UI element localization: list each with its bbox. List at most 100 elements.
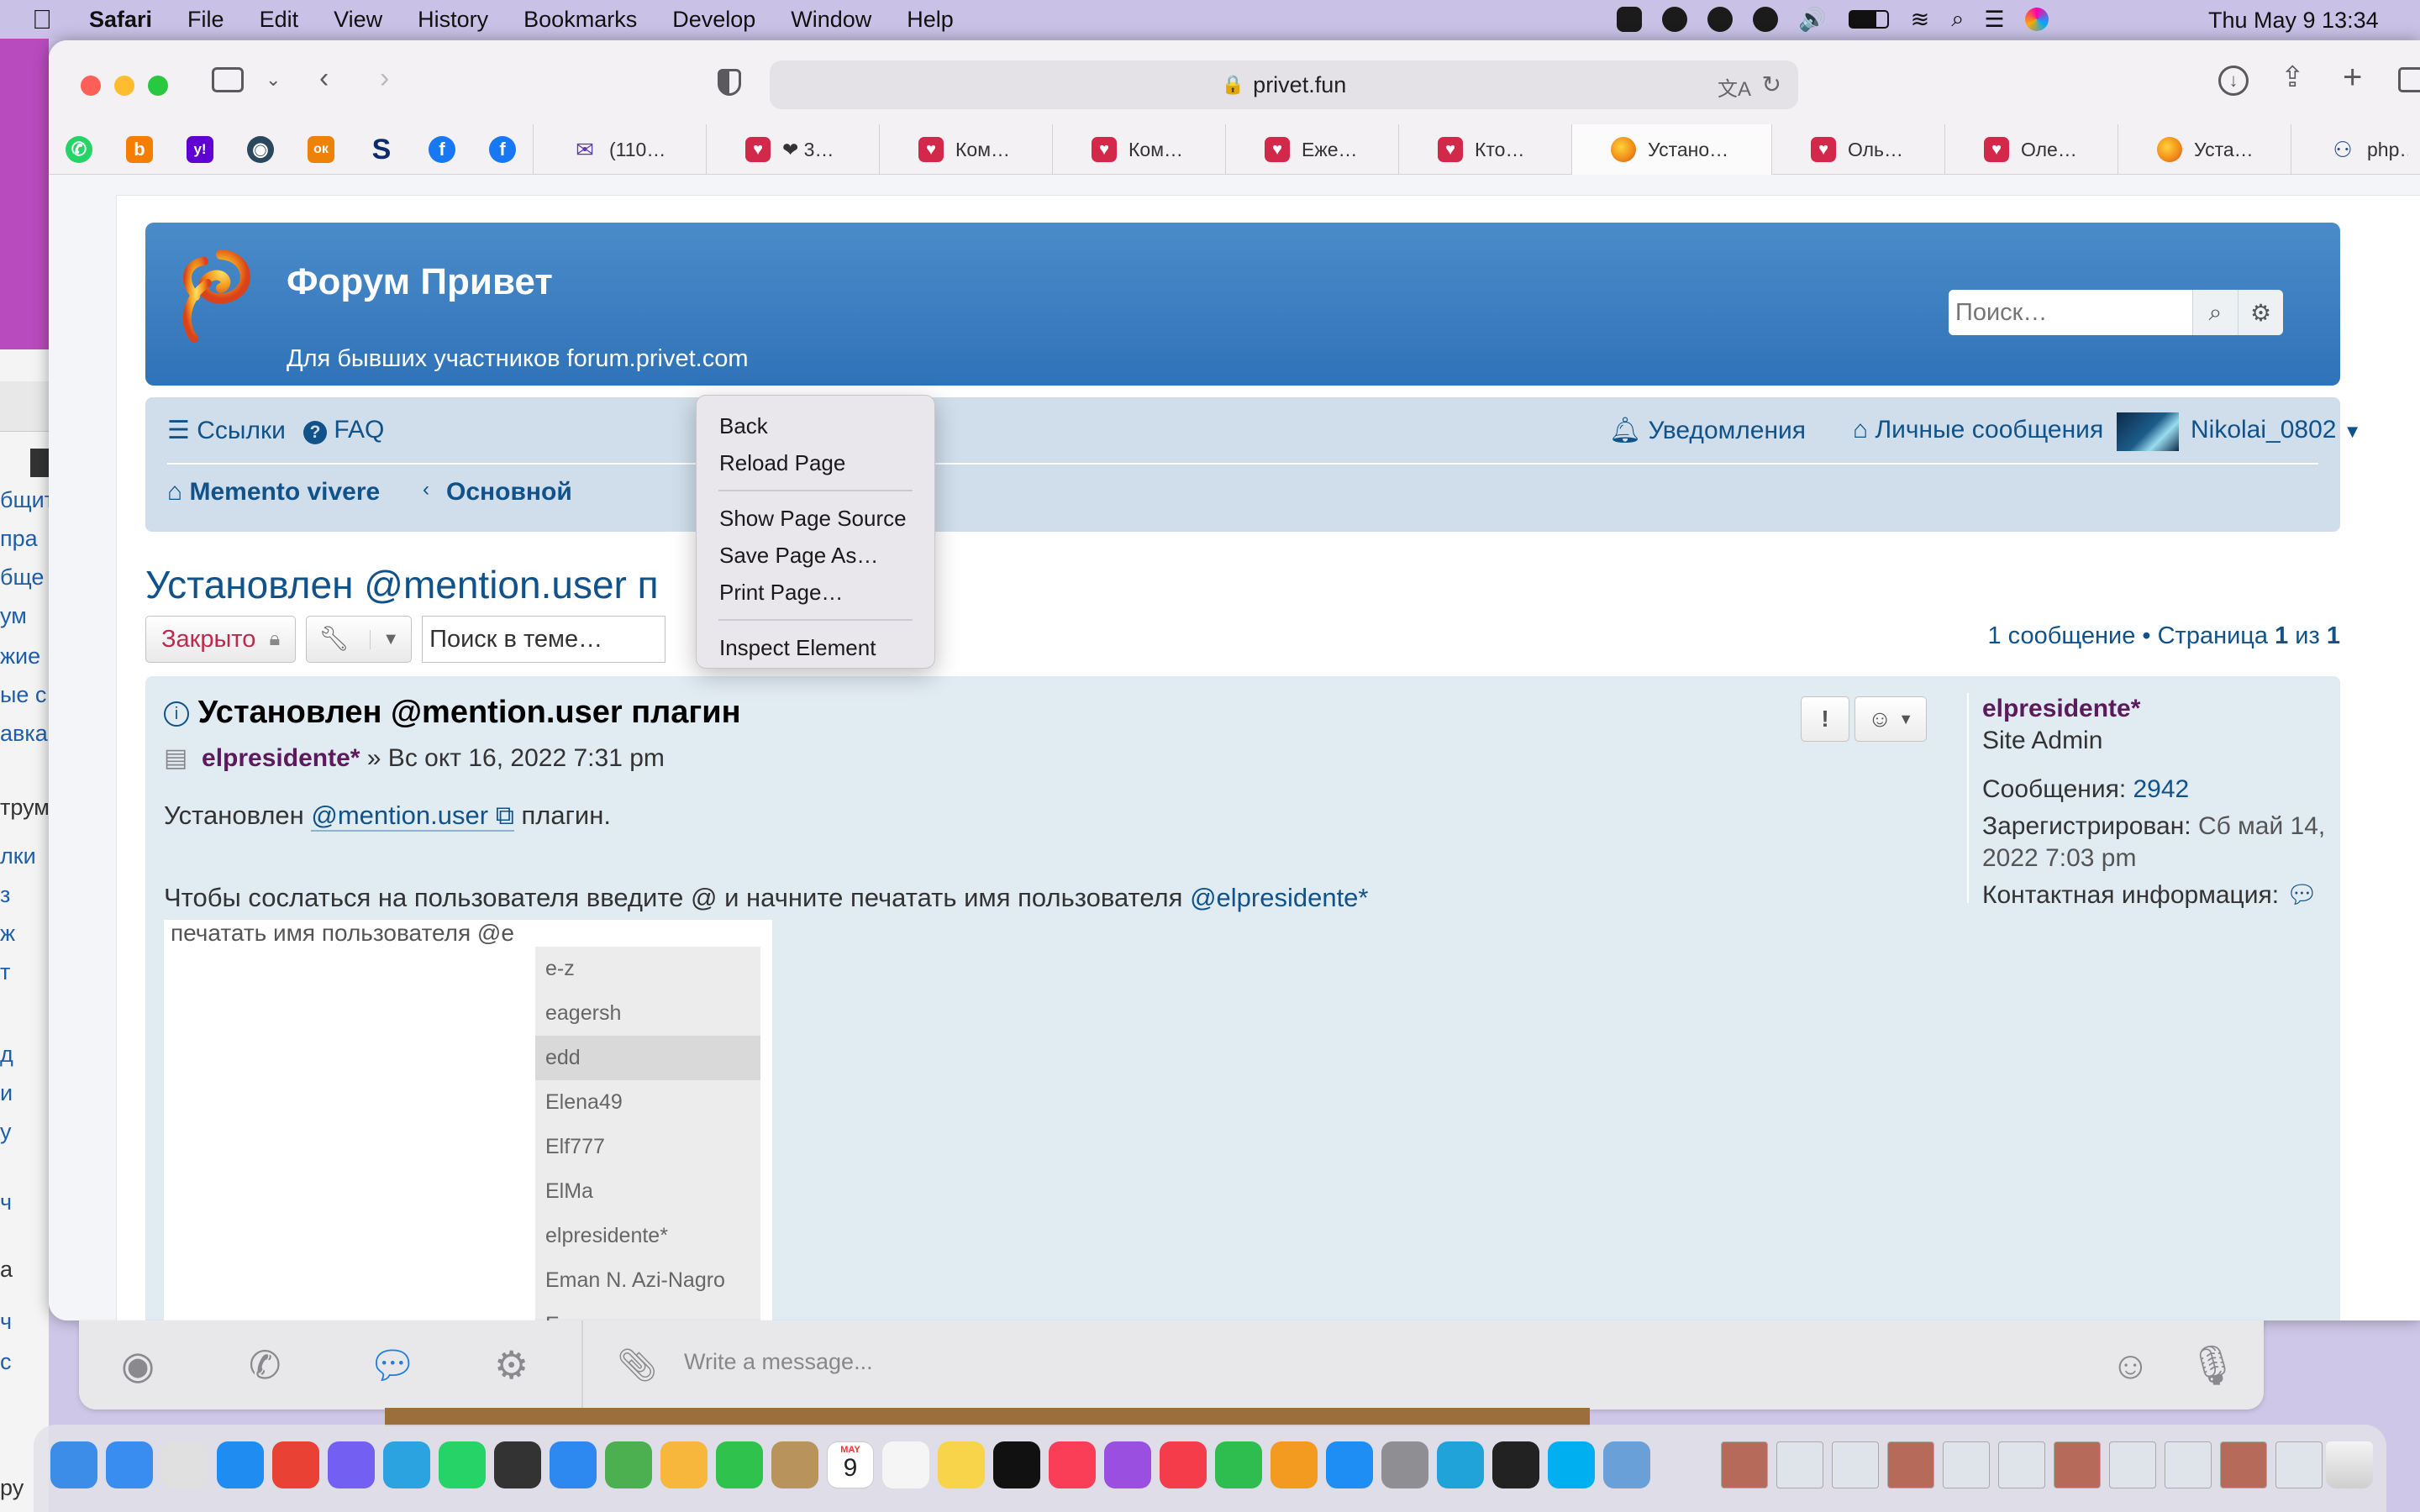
- dock-minimized-window[interactable]: [1998, 1441, 2045, 1488]
- dock-news-icon[interactable]: [1160, 1441, 1207, 1488]
- context-show-source[interactable]: Show Page Source: [697, 500, 934, 537]
- chats-icon[interactable]: 💬︎: [368, 1342, 417, 1389]
- dock-minimized-window[interactable]: [2109, 1441, 2156, 1488]
- advanced-search-button[interactable]: ⚙: [2238, 290, 2283, 335]
- avatar[interactable]: [2117, 412, 2179, 451]
- paperclip-icon[interactable]: 📎︎: [617, 1347, 657, 1384]
- menu-develop[interactable]: Develop: [672, 7, 755, 33]
- favorite-whatsapp[interactable]: ✆: [49, 124, 109, 175]
- dock-music-icon[interactable]: [1049, 1441, 1096, 1488]
- report-button[interactable]: !: [1801, 696, 1849, 742]
- search-icon[interactable]: ⌕: [1951, 6, 1964, 33]
- post-file-icon[interactable]: ▤: [164, 744, 187, 772]
- dock-appstore-icon[interactable]: [1326, 1441, 1373, 1488]
- downloads-icon[interactable]: ↓: [2218, 66, 2249, 96]
- post-title-text[interactable]: Установлен @mention.user плагин: [198, 695, 741, 730]
- menu-history[interactable]: History: [418, 7, 488, 33]
- faq-link[interactable]: ? FAQ: [303, 416, 384, 444]
- dock-minimized-window[interactable]: [1943, 1441, 1990, 1488]
- private-messages-link[interactable]: ⌂ Личные сообщения: [1853, 416, 2103, 444]
- new-tab-icon[interactable]: +: [2343, 59, 2362, 97]
- emoji-icon[interactable]: ☺: [2111, 1342, 2150, 1388]
- search-input[interactable]: [1949, 290, 2192, 335]
- dock-podcasts-icon[interactable]: [1104, 1441, 1151, 1488]
- phone-icon[interactable]: ✆: [249, 1342, 281, 1388]
- context-back[interactable]: Back: [697, 407, 934, 444]
- clock[interactable]: Thu May 9 13:34: [2208, 8, 2379, 34]
- dock-chrome-icon[interactable]: [272, 1441, 319, 1488]
- telegram-status-icon[interactable]: [1707, 7, 1733, 32]
- dock-telegram-icon[interactable]: [383, 1441, 430, 1488]
- dock-numbers-icon[interactable]: [1215, 1441, 1262, 1488]
- privacy-shield-icon[interactable]: [718, 69, 741, 96]
- dock-minimized-window[interactable]: [2220, 1441, 2267, 1488]
- favorite-yahoo[interactable]: y!: [170, 124, 230, 175]
- reload-icon[interactable]: ↻: [1762, 71, 1781, 98]
- dock-safari-icon[interactable]: [217, 1441, 264, 1488]
- context-save-as[interactable]: Save Page As…: [697, 537, 934, 574]
- sidebar-toggle-icon[interactable]: [212, 67, 244, 92]
- dock-whatsapp-icon[interactable]: [439, 1441, 486, 1488]
- forward-icon[interactable]: ›: [380, 62, 389, 95]
- dock-calendar-icon[interactable]: MAY 9: [827, 1441, 874, 1488]
- tab[interactable]: ♥ ❤ 3…: [706, 124, 879, 175]
- menu-file[interactable]: File: [187, 7, 224, 33]
- favorite-skype[interactable]: S: [351, 124, 412, 175]
- reactions-button[interactable]: ☺ ▼: [1854, 696, 1927, 742]
- dock-finder-icon[interactable]: [50, 1441, 97, 1488]
- post-image[interactable]: печатать имя пользователя @e e-z eagersh…: [164, 920, 772, 1320]
- dock-trash-icon[interactable]: [2326, 1441, 2373, 1488]
- dock-facetime-icon[interactable]: [716, 1441, 763, 1488]
- topic-locked-button[interactable]: Закрыто 🔒︎: [145, 616, 297, 663]
- links-menu[interactable]: ☰ Ссылки: [167, 416, 286, 445]
- translate-icon[interactable]: 文A: [1718, 72, 1751, 102]
- favorite-steam[interactable]: ◉: [230, 124, 291, 175]
- dock-keynote-icon[interactable]: [550, 1441, 597, 1488]
- menu-safari[interactable]: Safari: [89, 7, 152, 33]
- dock-notes-icon[interactable]: [938, 1441, 985, 1488]
- share-icon[interactable]: ⇪: [2281, 60, 2305, 94]
- dock-skype-icon[interactable]: [1548, 1441, 1595, 1488]
- breadcrumb-forum[interactable]: Основной: [446, 478, 572, 507]
- tab[interactable]: ⚇ php…: [2291, 124, 2408, 175]
- volume-icon[interactable]: 🔊: [1798, 6, 1827, 33]
- dock-pages-icon[interactable]: [1270, 1441, 1318, 1488]
- siri-icon[interactable]: [2024, 8, 2049, 31]
- menu-bookmarks[interactable]: Bookmarks: [523, 7, 637, 33]
- topic-search-input[interactable]: Поиск в теме…: [422, 616, 666, 663]
- menu-edit[interactable]: Edit: [260, 7, 299, 33]
- dock-settings-icon[interactable]: [1381, 1441, 1428, 1488]
- user-menu[interactable]: Nikolai_0802 ▼: [2191, 416, 2362, 444]
- dock-minimized-window[interactable]: [1832, 1441, 1879, 1488]
- topic-title[interactable]: Установлен @mention.user п: [145, 562, 659, 607]
- context-reload[interactable]: Reload Page: [697, 444, 934, 481]
- microphone-icon[interactable]: 🎙︎: [2188, 1342, 2237, 1389]
- favorite-blogger[interactable]: b: [109, 124, 170, 175]
- dock-launchpad-icon[interactable]: [161, 1441, 208, 1488]
- dock-mail-icon[interactable]: [106, 1441, 153, 1488]
- topic-tools-button[interactable]: 🔧︎ ▼: [306, 616, 413, 663]
- dock-reminders-icon[interactable]: [882, 1441, 929, 1488]
- favorite-odnoklassniki[interactable]: ок: [291, 124, 351, 175]
- menu-view[interactable]: View: [334, 7, 382, 33]
- dock-viber-icon[interactable]: [328, 1441, 375, 1488]
- dock-mk-icon[interactable]: [1437, 1441, 1484, 1488]
- control-center-icon[interactable]: ☰: [1984, 7, 2004, 33]
- tab[interactable]: ♥ Кто…: [1398, 124, 1571, 175]
- tab-active[interactable]: Устано…: [1571, 124, 1771, 175]
- battery-icon[interactable]: [1848, 10, 1889, 29]
- profile-icon[interactable]: ◉: [121, 1342, 155, 1388]
- notifications-link[interactable]: 🔔︎ Уведомления: [1609, 416, 1806, 445]
- dock-photos-icon[interactable]: [660, 1441, 708, 1488]
- wifi-icon[interactable]: ≋: [1911, 7, 1930, 33]
- apple-icon[interactable]: : [32, 4, 52, 35]
- chat-bubble-icon[interactable]: 💬︎: [2286, 881, 2317, 909]
- chevron-down-icon[interactable]: ⌄: [266, 69, 281, 91]
- tab[interactable]: ♥ Ком…: [879, 124, 1052, 175]
- menu-help[interactable]: Help: [907, 7, 954, 33]
- status-app-icon[interactable]: [1617, 7, 1642, 32]
- tab[interactable]: ✉ (110…: [533, 124, 706, 175]
- dock-minimized-window[interactable]: [2275, 1441, 2323, 1488]
- message-input[interactable]: Write a message...: [684, 1349, 873, 1375]
- tab[interactable]: ♥ Ком…: [1052, 124, 1225, 175]
